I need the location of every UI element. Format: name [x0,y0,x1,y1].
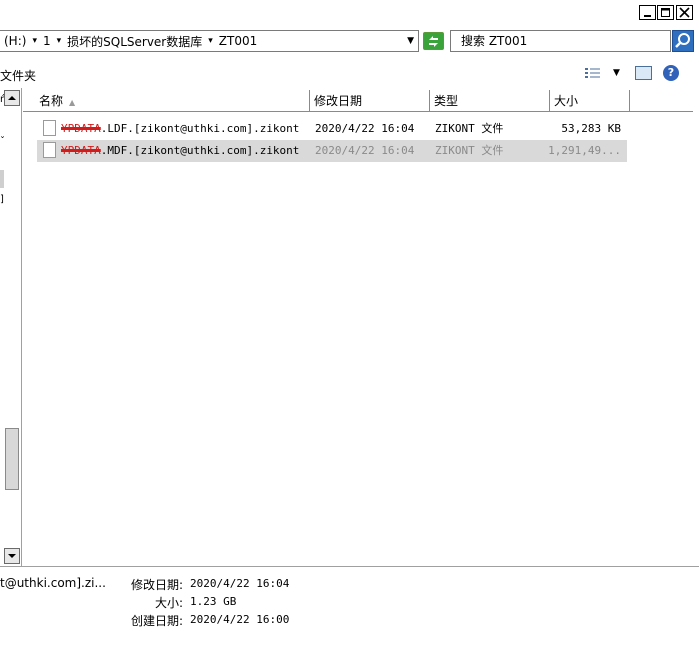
breadcrumb-folder-1[interactable]: 1 [43,34,51,48]
search-input[interactable]: 搜索 ZT001 [450,30,671,52]
chevron-down-icon[interactable]: ▾ [208,36,213,46]
search-button[interactable] [672,30,694,52]
title-bar [0,0,699,28]
scroll-down-button[interactable] [4,548,20,564]
details-created-value: 2020/4/22 16:00 [190,613,290,626]
details-modified-label: 修改日期: [130,578,183,592]
column-header-name[interactable]: 名称 ▲ [35,90,310,112]
file-icon [43,142,56,158]
sort-up-icon: ▲ [69,98,76,107]
column-header-type[interactable]: 类型 [430,90,550,112]
views-icon[interactable] [585,67,601,79]
maximize-icon [661,8,670,17]
chevron-down-icon[interactable]: ▾ [57,36,62,46]
breadcrumb-drive[interactable]: (H:) [0,34,26,48]
nav-pane-selected-item[interactable] [0,170,4,188]
refresh-icon [429,36,438,47]
search-icon [675,33,690,48]
details-modified-value: 2020/4/22 16:04 [190,577,290,590]
details-file-name: t@uthki.com].zi... [0,576,106,590]
details-size-label: 大小: [154,596,183,610]
file-name-redacted: YPDATA [61,144,101,157]
nav-pane-fragment: ˇ [0,136,5,147]
details-created-label: 创建日期: [130,614,183,628]
address-row: (H:) ▾ 1 ▾ 损坏的SQLServer数据库 ▾ ZT001 ▼ 搜索 … [0,28,699,58]
file-row[interactable]: YPDATA.LDF.[zikont@uthki.com].zikont 202… [37,118,627,140]
file-name: YPDATA.LDF.[zikont@uthki.com].zikont [61,118,299,140]
chevron-down-icon[interactable]: ▾ [32,36,37,46]
file-name-rest: .LDF.[zikont@uthki.com].zikont [100,122,300,135]
chevron-up-icon [8,96,16,100]
help-icon[interactable]: ? [663,65,679,81]
scroll-up-button[interactable] [4,90,20,106]
maximize-button[interactable] [657,5,674,20]
column-header-name-label: 名称 [39,94,64,108]
file-name-redacted: YPDATA [61,122,101,135]
details-pane: t@uthki.com].zi... 修改日期: 2020/4/22 16:04… [0,566,699,646]
scrollbar-thumb[interactable] [5,428,19,490]
column-header-size[interactable]: 大小 [550,90,630,112]
folders-label[interactable]: 文件夹 [0,67,36,84]
preview-pane-icon[interactable] [635,66,652,80]
close-button[interactable] [676,5,693,20]
address-bar[interactable]: (H:) ▾ 1 ▾ 损坏的SQLServer数据库 ▾ ZT001 ▼ [0,30,419,52]
file-type: ZIKONT 文件 [435,144,504,157]
file-type: ZIKONT 文件 [435,122,504,135]
file-list: 名称 ▲ 修改日期 类型 大小 YPDATA.LDF.[zikont@uthki.… [23,88,699,566]
file-icon [43,120,56,136]
chevron-down-icon [8,554,16,558]
file-date: 2020/4/22 16:04 [315,122,415,135]
breadcrumb-folder-current[interactable]: ZT001 [219,34,257,48]
minimize-button[interactable] [639,5,656,20]
minimize-icon [644,15,651,17]
address-dropdown-icon[interactable]: ▼ [407,36,414,46]
views-dropdown-icon[interactable]: ▼ [613,68,620,78]
file-name: YPDATA.MDF.[zikont@uthki.com].zikont [61,140,299,162]
file-name-rest: .MDF.[zikont@uthki.com].zikont [100,144,300,157]
breadcrumb-folder-db[interactable]: 损坏的SQLServer数据库 [67,33,202,50]
toolbar: 文件夹 ▼ ? [0,58,699,88]
close-icon [679,7,690,18]
nav-pane-fragment: ] [0,194,4,205]
refresh-button[interactable] [423,32,444,50]
navigation-pane: ŕ ˇ ] [0,88,22,566]
file-row-selected[interactable]: YPDATA.MDF.[zikont@uthki.com].zikont 202… [37,140,627,162]
details-size-value: 1.23 GB [190,595,237,608]
file-date: 2020/4/22 16:04 [315,144,415,157]
column-header-date[interactable]: 修改日期 [310,90,430,112]
column-header-row: 名称 ▲ 修改日期 类型 大小 [23,90,693,112]
explorer-window: (H:) ▾ 1 ▾ 损坏的SQLServer数据库 ▾ ZT001 ▼ 搜索 … [0,0,699,646]
file-size: 53,283 KB [561,122,621,135]
file-size: 1,291,49... [548,144,621,157]
